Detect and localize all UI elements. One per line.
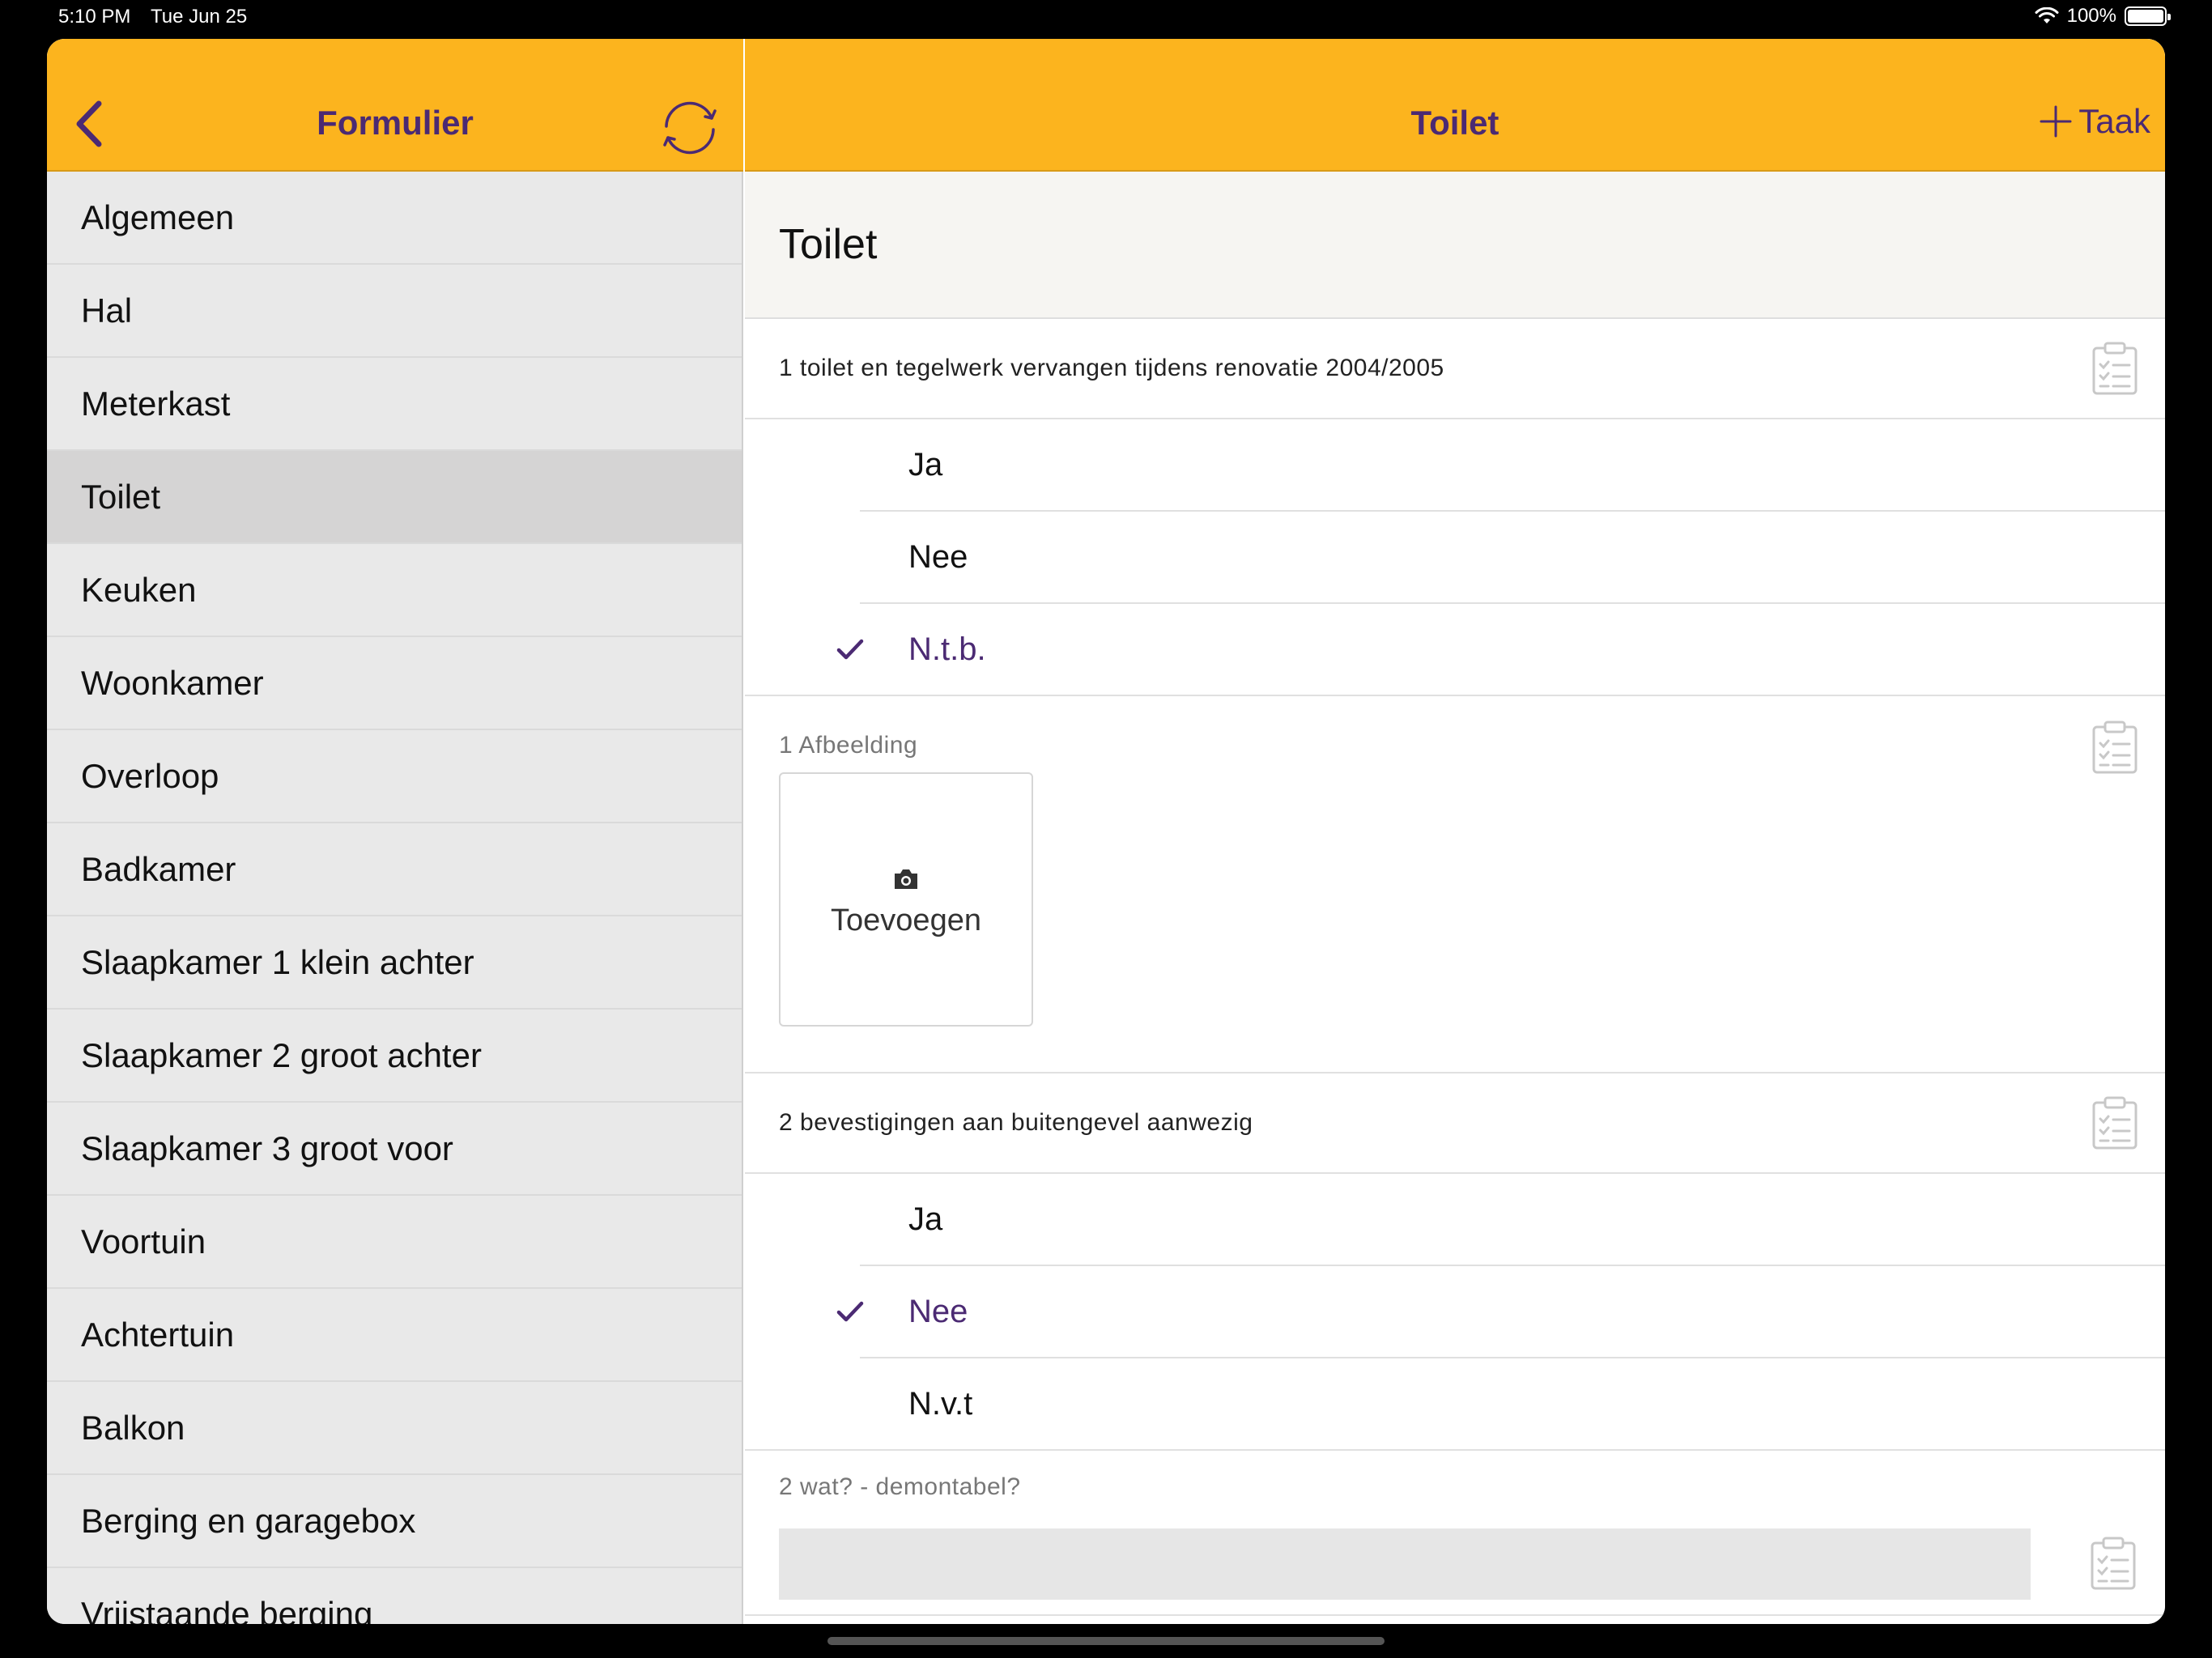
status-time: 5:10 PM: [58, 6, 131, 28]
clipboard-icon[interactable]: [2091, 342, 2139, 395]
battery-icon: [2125, 6, 2171, 26]
question-3-header: 2 wat? - demontabel?: [745, 1451, 2165, 1524]
option-row[interactable]: Nee: [745, 512, 2165, 604]
sidebar-item[interactable]: Slaapkamer 1 klein achter: [47, 916, 742, 1010]
status-indicators: 100%: [2035, 5, 2171, 28]
divider: [745, 1614, 2165, 1616]
add-image-button[interactable]: Toevoegen: [779, 772, 1033, 1027]
add-task-button[interactable]: Taak: [2038, 102, 2150, 141]
sidebar: Formulier Algemeen Hal Meterkast Toilet Keuk…: [47, 39, 743, 1624]
home-indicator[interactable]: [827, 1637, 1385, 1645]
question-2-header: 2 bevestigingen aan buitengevel aanwezig: [745, 1073, 2165, 1174]
clipboard-icon[interactable]: [2089, 1537, 2138, 1590]
sidebar-item[interactable]: Slaapkamer 2 groot achter: [47, 1010, 742, 1103]
sidebar-item[interactable]: Vrijstaande berging: [47, 1568, 742, 1624]
sidebar-item[interactable]: Berging en garagebox: [47, 1475, 742, 1568]
plus-icon: [2040, 105, 2072, 138]
sidebar-item[interactable]: Hal: [47, 265, 742, 358]
sidebar-item[interactable]: Badkamer: [47, 823, 742, 916]
page-title: Toilet: [1410, 104, 1499, 142]
sync-button[interactable]: [657, 96, 722, 160]
question-3-text: 2 wat? - demontabel?: [779, 1473, 1021, 1500]
question-3-input[interactable]: [779, 1528, 2031, 1600]
question-2-text: 2 bevestigingen aan buitengevel aanwezig: [779, 1109, 1253, 1136]
sidebar-title: Formulier: [317, 104, 474, 142]
clipboard-icon[interactable]: [2091, 1096, 2139, 1150]
option-label: N.t.b.: [908, 631, 986, 667]
sidebar-item[interactable]: Overloop: [47, 730, 742, 823]
sync-icon: [663, 101, 717, 155]
status-bar: 5:10 PM Tue Jun 25 100%: [0, 0, 2212, 36]
question-1-text: 1 toilet en tegelwerk vervangen tijdens …: [779, 355, 1444, 381]
main-panel: Toilet Taak Toilet 1 toilet en tegelwerk…: [745, 39, 2165, 1624]
camera-icon: [895, 869, 917, 889]
sidebar-item[interactable]: Toilet: [47, 451, 742, 544]
question-1-header: 1 toilet en tegelwerk vervangen tijdens …: [745, 319, 2165, 419]
sidebar-item[interactable]: Keuken: [47, 544, 742, 637]
option-label: Nee: [908, 1293, 968, 1329]
option-row[interactable]: Ja: [745, 419, 2165, 512]
sidebar-header: Formulier: [47, 39, 743, 172]
battery-percent: 100%: [2066, 5, 2116, 27]
sidebar-item[interactable]: Slaapkamer 3 groot voor: [47, 1103, 742, 1196]
add-image-label: Toevoegen: [831, 903, 981, 937]
option-row[interactable]: Ja: [745, 1174, 2165, 1266]
sidebar-item[interactable]: Algemeen: [47, 172, 742, 265]
status-date: Tue Jun 25: [151, 6, 248, 28]
option-row[interactable]: Nee: [745, 1266, 2165, 1358]
section-title: Toilet: [745, 172, 2165, 319]
option-label: Ja: [908, 446, 943, 483]
sidebar-item[interactable]: Woonkamer: [47, 637, 742, 730]
app-window: Formulier Algemeen Hal Meterkast Toilet Keuk…: [47, 39, 2165, 1624]
sidebar-item[interactable]: Achtertuin: [47, 1289, 742, 1382]
checkmark-icon: [836, 604, 865, 695]
sidebar-item[interactable]: Meterkast: [47, 358, 742, 451]
wifi-icon: [2035, 7, 2059, 23]
sidebar-item[interactable]: Voortuin: [47, 1196, 742, 1289]
option-label: Nee: [908, 538, 968, 575]
option-label: Ja: [908, 1201, 943, 1237]
add-task-label: Taak: [2078, 102, 2150, 140]
option-label: N.v.t: [908, 1385, 973, 1422]
sidebar-list: Algemeen Hal Meterkast Toilet Keuken Woonkame…: [47, 172, 742, 1624]
clipboard-icon[interactable]: [2091, 721, 2139, 774]
sidebar-item[interactable]: Balkon: [47, 1382, 742, 1475]
main-header: Toilet Taak: [745, 39, 2165, 172]
option-row[interactable]: N.t.b.: [745, 604, 2165, 696]
checkmark-icon: [836, 1266, 865, 1357]
option-row[interactable]: N.v.t: [745, 1358, 2165, 1451]
